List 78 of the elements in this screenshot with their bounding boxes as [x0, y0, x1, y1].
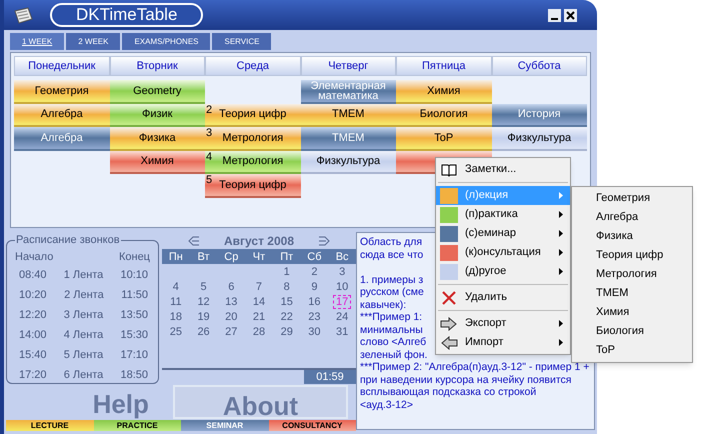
notes-line: всплывающая подсказка со строкой — [360, 386, 536, 398]
legend-item: LECTURE — [6, 420, 94, 431]
start-time: 10:20 — [19, 288, 47, 303]
lesson-number: 3 — [206, 127, 212, 139]
clock-display: 01:59 — [304, 370, 356, 384]
notes-line: минимальны — [360, 324, 423, 336]
start-time: 14:00 — [19, 328, 47, 343]
notes-line: кавычек): — [360, 298, 406, 311]
notes-line: при наведении курсора на ячейку появится — [360, 374, 572, 386]
lesson-label: 4 Лента — [64, 328, 104, 343]
end-time: 18:50 — [120, 368, 148, 383]
lesson-subject: ТМЕМ — [331, 132, 366, 143]
lesson-label: 6 Лента — [64, 368, 104, 383]
day-header: Пятница — [396, 56, 492, 76]
lesson-number: 5 — [206, 174, 212, 186]
lesson-subject: Физика — [138, 132, 177, 143]
lesson-subject: Geometry — [132, 86, 182, 96]
lesson-subject: Химия — [426, 86, 462, 96]
notes-line: ***Пример 2: "Алгебра(п)ауд.3-12" - пример 1 + — [360, 361, 590, 374]
day-header: Среда — [205, 56, 300, 76]
notes-line: слово <Алгеб — [360, 336, 426, 348]
lesson-subject: Физкультура — [315, 156, 382, 166]
end-time: 11:50 — [121, 288, 148, 303]
notes-line: русском (сме — [360, 286, 424, 298]
end-time: 10:10 — [120, 268, 148, 283]
notes-line: 1. примеры з — [360, 274, 424, 286]
start-time: 12:20 — [19, 308, 47, 323]
lesson-subject: Метрология — [221, 132, 284, 143]
weekday-label: Пт — [279, 250, 294, 265]
lesson-subject: История — [516, 109, 562, 120]
day-header: Четверг — [300, 56, 396, 76]
lesson-subject: Химия — [140, 156, 175, 166]
column-header: Конец — [118, 250, 150, 264]
end-time: 13:50 — [120, 308, 148, 323]
notes-line: сюда все что — [360, 248, 424, 261]
lesson-number: 2 — [206, 104, 212, 116]
weekday-label: Вт — [196, 250, 211, 265]
lesson-label: 2 Лента — [64, 288, 104, 303]
lesson-subject: ToP — [433, 132, 454, 143]
lesson-subject: Алгебра — [40, 132, 84, 143]
day-header: Суббота — [492, 56, 587, 76]
panel-title: Расписание звонков — [15, 233, 121, 248]
legend-item: SEMINAR — [181, 420, 268, 431]
weekday-label: Чт — [252, 250, 266, 265]
lesson-subject: Элементарная математика — [310, 80, 387, 101]
day-header: Понедельник — [14, 56, 110, 76]
column-header: Начало — [15, 250, 54, 264]
end-time: 17:10 — [120, 348, 148, 363]
day-header: Вторник — [110, 56, 205, 76]
start-time: 15:40 — [19, 348, 47, 363]
lesson-label: 5 Лента — [64, 348, 104, 363]
lesson-subject: Геометрия — [34, 86, 90, 96]
lesson-subject: Теория цифр — [218, 109, 288, 120]
lesson-subject: Биология — [418, 109, 469, 120]
month-title: Август 2008 — [224, 232, 294, 250]
lesson-subject: Теория цифр — [218, 180, 288, 190]
legend-item: CONSULTANCY — [268, 420, 356, 431]
notes-line: ***Пример 1: — [360, 311, 422, 324]
end-time: 15:30 — [120, 328, 148, 343]
weekday-label: Пн — [168, 250, 184, 265]
window-title: DKTimeTable — [50, 3, 204, 27]
lesson-subject: ТМЕМ — [331, 109, 366, 120]
legend-item: PRACTICE — [94, 420, 181, 431]
lesson-label: 1 Лента — [64, 268, 104, 283]
notes-line: <ауд.3-12> — [360, 398, 413, 411]
weekday-label: Ср — [223, 250, 240, 265]
start-time: 17:20 — [19, 368, 47, 383]
lesson-subject: Метрология — [221, 156, 284, 166]
notes-line: зеленый фон. — [360, 348, 428, 361]
lesson-subject: Физкультура — [506, 132, 572, 143]
lesson-subject: Физик — [140, 109, 174, 120]
lesson-number: 4 — [206, 150, 212, 162]
start-time: 08:40 — [19, 268, 47, 283]
notes-line: Область для — [360, 236, 422, 248]
lesson-subject: Алгебра — [40, 109, 84, 120]
weekday-label: Сб — [306, 250, 323, 265]
weekday-label: Вс — [334, 250, 350, 265]
lesson-label: 3 Лента — [64, 308, 104, 323]
